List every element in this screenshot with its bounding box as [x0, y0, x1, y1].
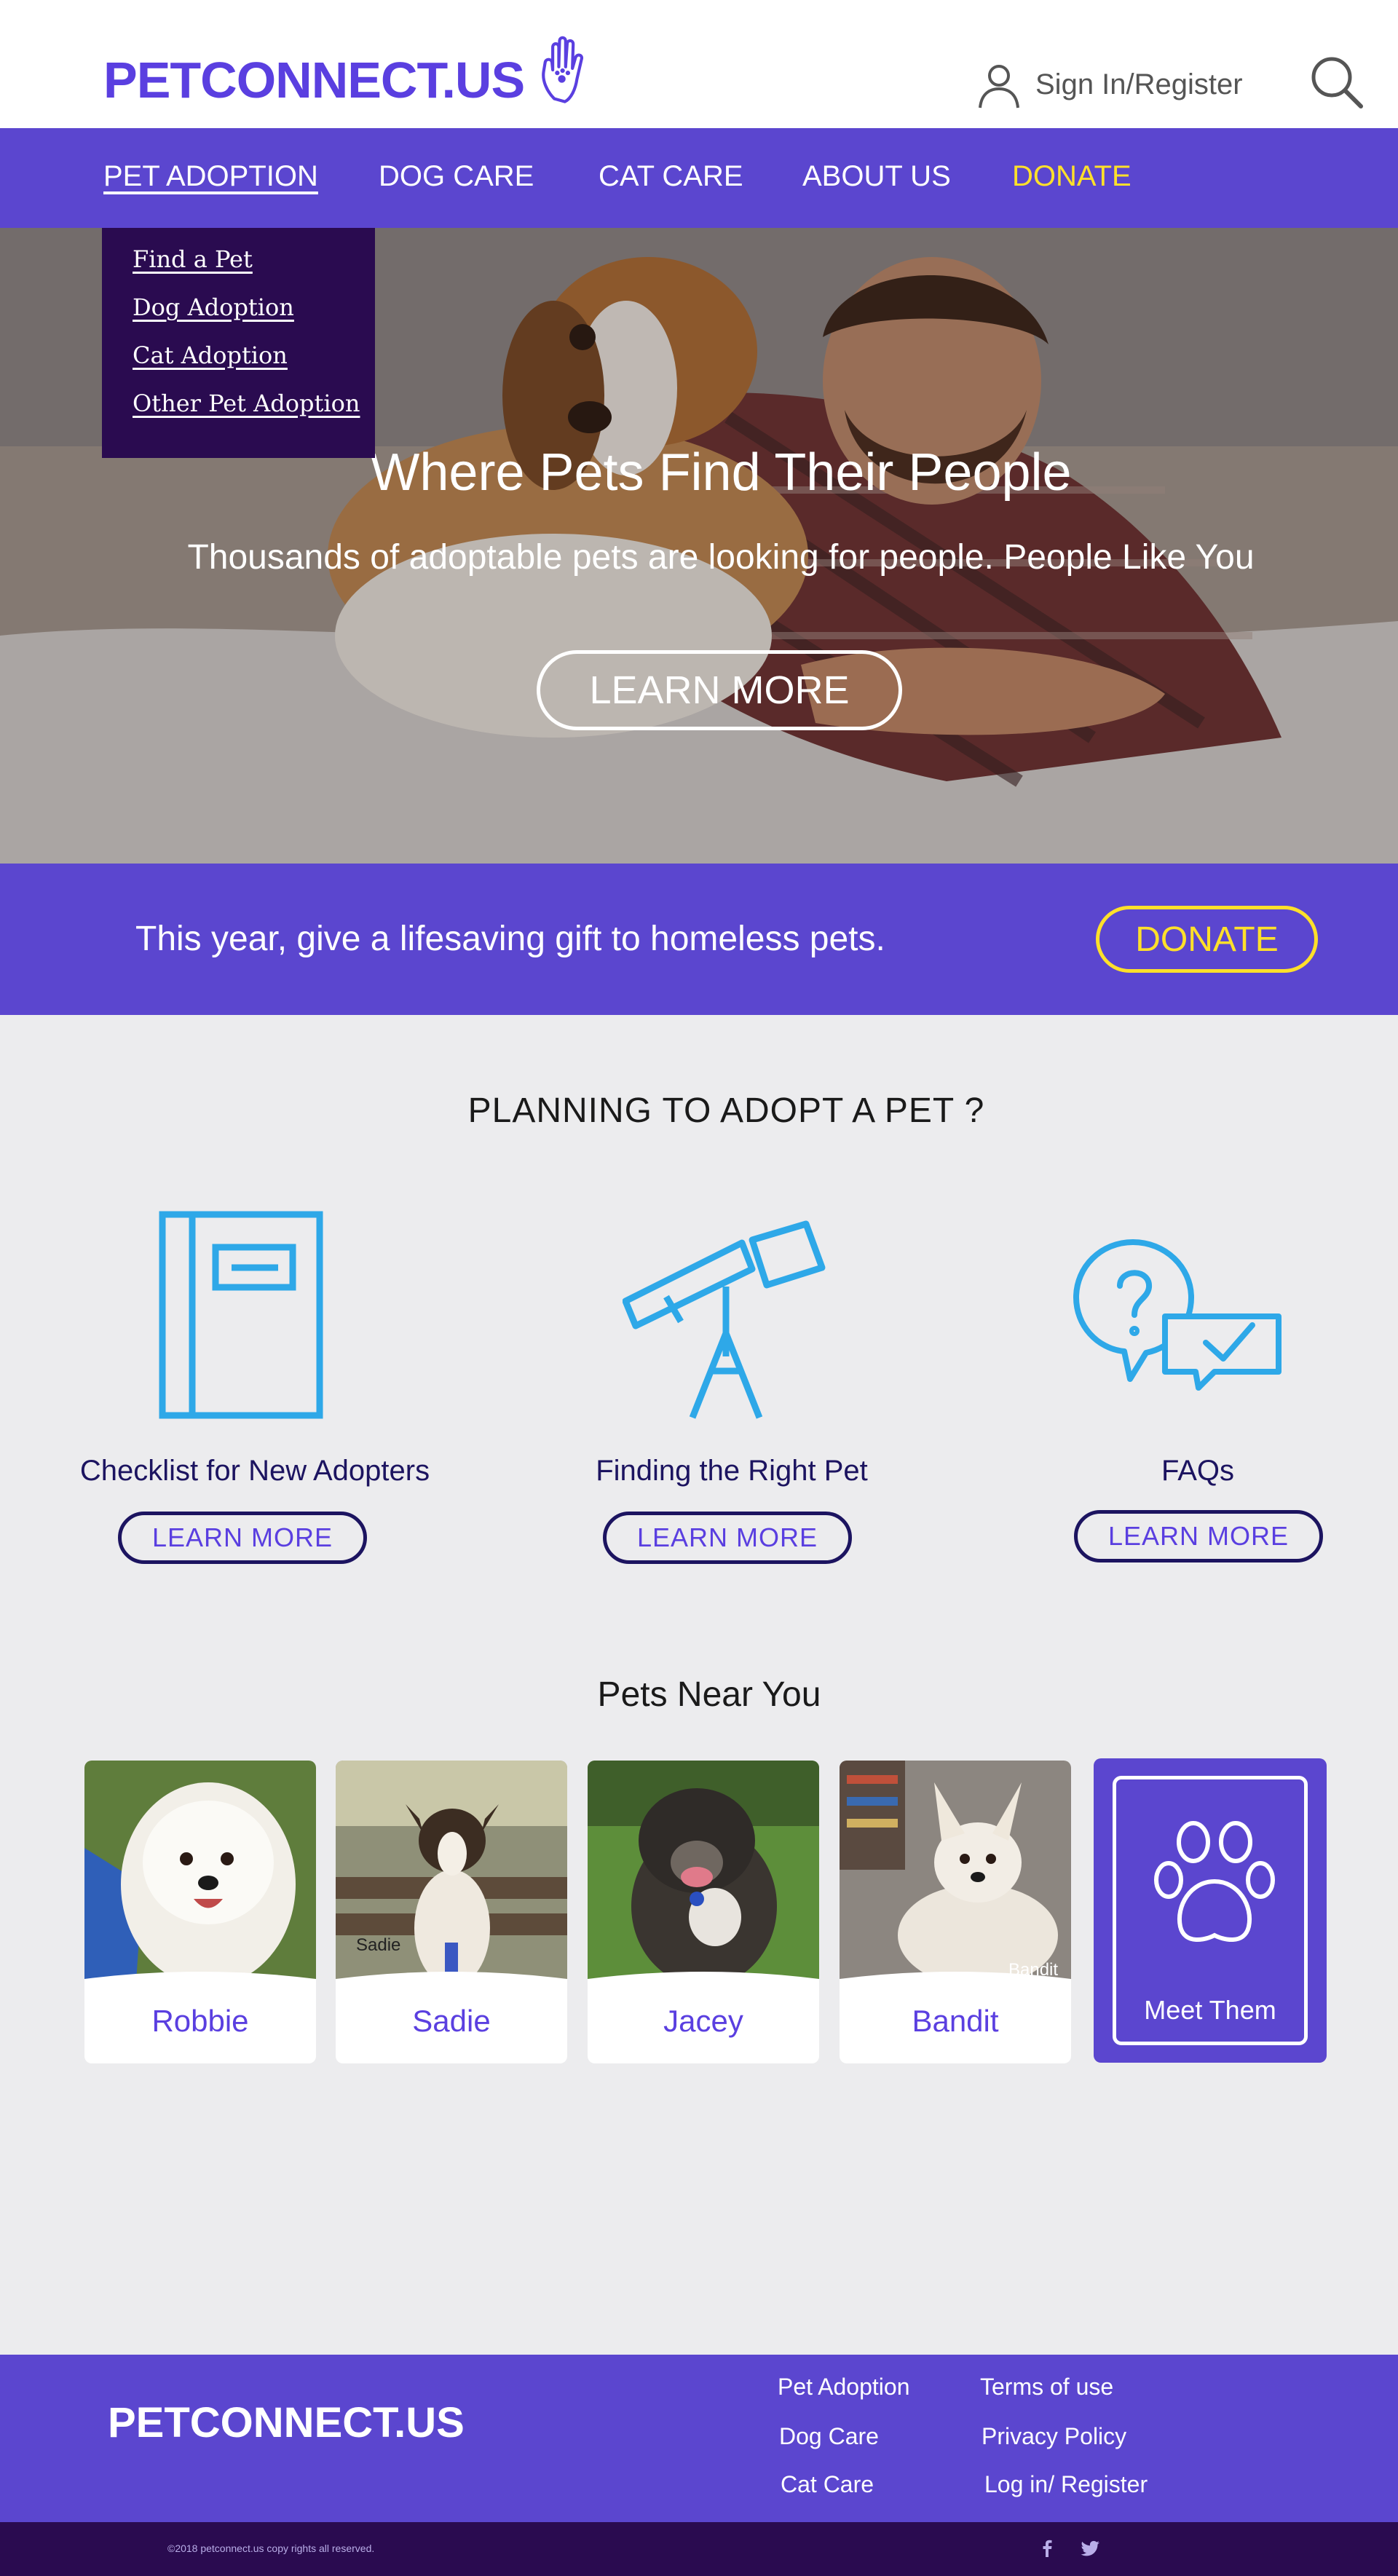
nav-donate[interactable]: DONATE [1012, 160, 1132, 193]
pet-photo-robbie [84, 1761, 316, 1992]
meet-them-label: Meet Them [1144, 1995, 1276, 2025]
hero-subtitle: Thousands of adoptable pets are looking … [187, 538, 1255, 577]
search-icon[interactable] [1307, 52, 1365, 111]
pet-photo-bandit [840, 1761, 1071, 1992]
dropdown-find-a-pet[interactable]: Find a Pet [133, 245, 375, 293]
plan-learn-more-faqs[interactable]: LEARN MORE [1074, 1510, 1323, 1562]
site-header: PETCONNECT.US Sign In/Register [0, 0, 1398, 128]
pet-adoption-dropdown: Find a Pet Dog Adoption Cat Adoption Oth… [102, 228, 375, 458]
meet-them-frame: Meet Them [1113, 1776, 1308, 2045]
plan-learn-more-checklist[interactable]: LEARN MORE [118, 1512, 367, 1564]
planning-title: PLANNING TO ADOPT A PET ? [467, 1091, 985, 1130]
footer-link-privacy[interactable]: Privacy Policy [982, 2423, 1126, 2450]
footer-logo[interactable]: PETCONNECT.US [108, 2398, 465, 2447]
pet-card-bandit[interactable]: Bandit Bandit [840, 1761, 1071, 2063]
meet-them-card[interactable]: Meet Them [1094, 1758, 1327, 2063]
footer-link-dog-care[interactable]: Dog Care [779, 2423, 879, 2450]
paw-icon [1154, 1821, 1275, 1943]
pet-name-bandit: Bandit [912, 2004, 999, 2038]
book-icon [159, 1211, 323, 1419]
footer-link-login[interactable]: Log in/ Register [984, 2471, 1148, 2498]
site-logo[interactable]: PETCONNECT.US [103, 51, 525, 109]
pet-name-sadie: Sadie [412, 2004, 491, 2038]
faq-chat-icon [1073, 1239, 1282, 1391]
hero-learn-more-button[interactable]: LEARN MORE [537, 650, 902, 730]
copyright-bar: ©2018 petconnect.us copy rights all rese… [0, 2522, 1398, 2576]
nav-pet-adoption[interactable]: PET ADOPTION [103, 160, 318, 193]
photo-caption-bandit: Bandit [1008, 1960, 1059, 1980]
pet-name-robbie: Robbie [151, 2004, 249, 2038]
nav-cat-care[interactable]: CAT CARE [599, 160, 743, 193]
pet-card-robbie[interactable]: Robbie [84, 1761, 316, 2063]
main-nav: PET ADOPTION DOG CARE CAT CARE ABOUT US … [0, 128, 1398, 228]
facebook-icon[interactable] [1034, 2535, 1060, 2561]
banner-donate-button[interactable]: DONATE [1096, 906, 1318, 973]
telescope-icon [623, 1220, 826, 1419]
paw-hand-icon [542, 36, 584, 103]
dropdown-cat-adoption[interactable]: Cat Adoption [133, 341, 375, 390]
twitter-icon[interactable] [1078, 2535, 1104, 2561]
pets-near-you-title: Pets Near You [597, 1675, 821, 1714]
donate-banner: This year, give a lifesaving gift to hom… [0, 864, 1398, 1015]
site-footer: PETCONNECT.US Pet Adoption Dog Care Cat … [0, 2355, 1398, 2522]
plan-learn-more-finding[interactable]: LEARN MORE [603, 1512, 852, 1564]
plan-label-faqs: FAQs [1161, 1455, 1235, 1487]
pet-card-jacey[interactable]: Jacey [588, 1761, 819, 2063]
nav-dog-care[interactable]: DOG CARE [379, 160, 534, 193]
pet-name-jacey: Jacey [663, 2004, 743, 2038]
footer-link-cat-care[interactable]: Cat Care [781, 2471, 874, 2498]
pet-photo-jacey [588, 1761, 819, 1992]
photo-caption-sadie: Sadie [356, 1935, 401, 1955]
signin-label: Sign In/Register [1035, 68, 1243, 100]
dropdown-other-pet-adoption[interactable]: Other Pet Adoption [133, 390, 375, 438]
pet-card-sadie[interactable]: Sadie Sadie [336, 1761, 567, 2063]
footer-link-pet-adoption[interactable]: Pet Adoption [778, 2374, 909, 2401]
signin-register-link[interactable]: Sign In/Register [973, 58, 1243, 111]
banner-text: This year, give a lifesaving gift to hom… [135, 920, 885, 958]
nav-about-us[interactable]: ABOUT US [802, 160, 951, 193]
user-icon [979, 65, 1019, 108]
plan-label-finding-pet: Finding the Right Pet [596, 1455, 868, 1487]
dropdown-dog-adoption[interactable]: Dog Adoption [133, 293, 375, 341]
pet-photo-sadie [336, 1761, 567, 1992]
footer-link-terms[interactable]: Terms of use [980, 2374, 1113, 2401]
copyright-text: ©2018 petconnect.us copy rights all rese… [167, 2543, 375, 2554]
plan-label-checklist: Checklist for New Adopters [79, 1455, 430, 1487]
